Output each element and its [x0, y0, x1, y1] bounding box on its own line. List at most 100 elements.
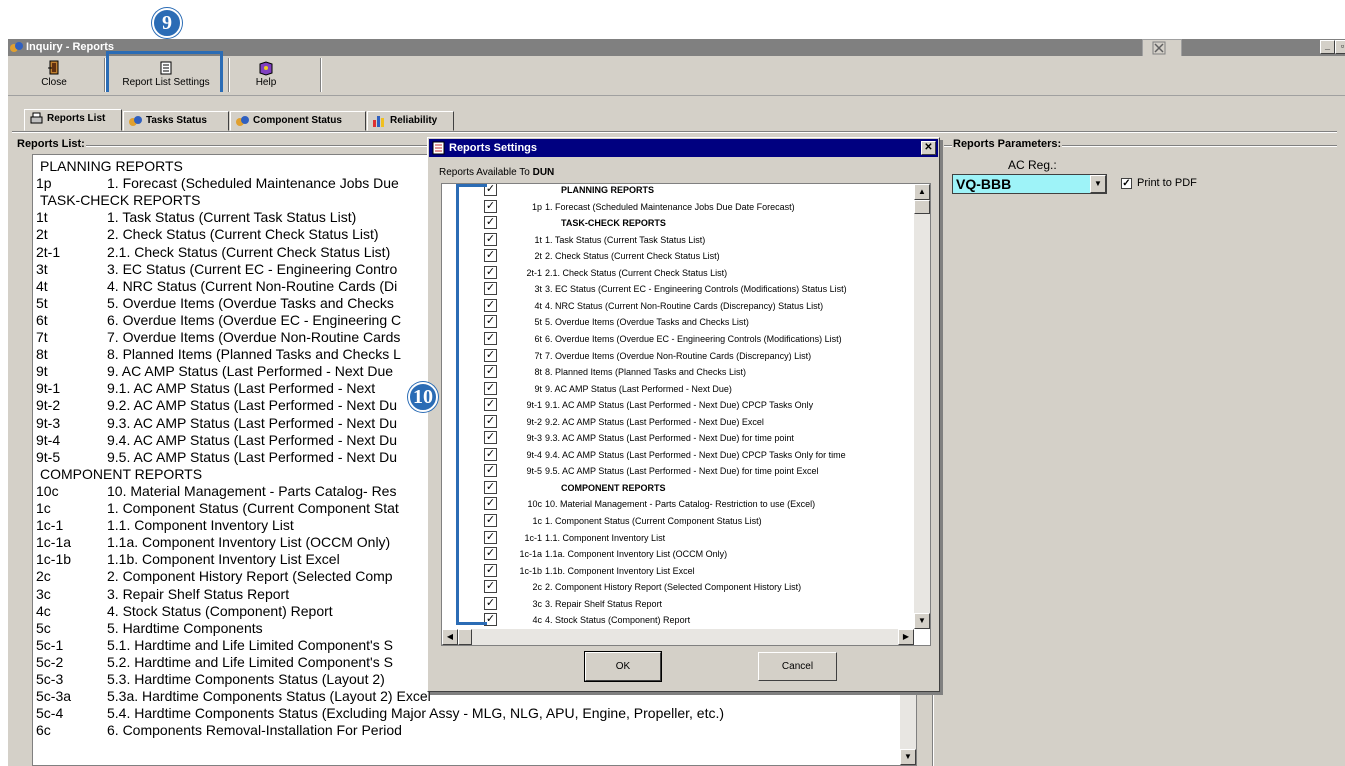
help-button[interactable]: Help — [248, 58, 284, 94]
report-name: 5.1. Hardtime and Life Limited Component… — [107, 636, 393, 653]
scroll-down-button[interactable]: ▼ — [900, 749, 916, 765]
reports-settings-list[interactable]: ✓ PLANNING REPORTS ✓ 1p 1. Forecast (Schedul… — [441, 183, 931, 646]
reports-list-label: Reports List: — [16, 138, 86, 150]
settings-highlight-box — [106, 51, 223, 92]
settings-row: ✓ PLANNING REPORTS — [442, 184, 912, 198]
dialog-horizontal-scrollbar[interactable]: ◀ ▶ — [442, 629, 914, 645]
report-name: 9.2. AC AMP Status (Last Performed - Nex… — [107, 397, 397, 414]
scroll-left-button[interactable]: ◀ — [442, 629, 458, 645]
ac-reg-select[interactable]: VQ-BBB ▼ — [952, 174, 1107, 194]
scroll-thumb[interactable] — [458, 629, 472, 645]
settings-report-code: 4t — [534, 300, 542, 311]
settings-report-code: 1c-1b — [519, 565, 542, 576]
settings-report-name: 1.1a. Component Inventory List (OCCM Onl… — [545, 549, 728, 560]
settings-report-code: 6t — [534, 333, 542, 344]
ok-button[interactable]: OK — [584, 651, 662, 682]
settings-report-name: 1.1b. Component Inventory List Excel — [545, 565, 695, 576]
report-code: 5c-3 — [36, 671, 64, 687]
settings-row: ✓ 9t 9. AC AMP Status (Last Performed - Ne… — [442, 381, 912, 397]
settings-list-icon — [432, 141, 445, 155]
minimize-button[interactable]: _ — [1320, 40, 1335, 54]
tasks-icon — [129, 116, 142, 126]
report-code: 8t — [36, 346, 48, 363]
tab-label: Component Status — [253, 115, 342, 126]
report-code: 2t-1 — [36, 243, 61, 260]
settings-report-code: 1c-1 — [524, 532, 542, 543]
report-code: 6c — [36, 722, 51, 739]
settings-row: ✓ 9t-1 9.1. AC AMP Status (Last Performed … — [442, 397, 912, 413]
cancel-button[interactable]: Cancel — [758, 652, 837, 681]
help-book-icon — [259, 61, 273, 76]
settings-row: ✓ 9t-2 9.2. AC AMP Status (Last Performed … — [442, 414, 912, 430]
window-title: Inquiry - Reports — [26, 41, 115, 53]
report-name: 5. Hardtime Components — [107, 619, 263, 636]
toolbar-separator — [228, 58, 230, 92]
tab-reports-list[interactable]: Reports List — [24, 109, 122, 131]
report-code: 3t — [36, 260, 48, 277]
scroll-thumb[interactable] — [914, 200, 930, 214]
report-name: COMPONENT REPORTS — [40, 465, 203, 482]
settings-report-name: 4. Stock Status (Component) Report — [545, 615, 691, 626]
chevron-down-icon[interactable]: ▼ — [1090, 175, 1106, 193]
scroll-right-button[interactable]: ▶ — [898, 629, 914, 645]
settings-row: ✓ 9t-3 9.3. AC AMP Status (Last Performed … — [442, 430, 912, 446]
restore-button[interactable]: ▫ — [1335, 40, 1345, 54]
tab-tasks-status[interactable]: Tasks Status — [123, 111, 229, 131]
app-icon — [10, 42, 23, 52]
settings-report-name: 8. Planned Items (Planned Tasks and Chec… — [545, 367, 746, 378]
settings-report-code: 3t — [534, 284, 542, 295]
ac-reg-value: VQ-BBB — [956, 176, 1012, 192]
checkbox-highlight-box — [456, 184, 487, 625]
scroll-up-button[interactable]: ▲ — [914, 184, 930, 200]
settings-report-code: 9t-3 — [526, 433, 542, 444]
report-code: 10c — [36, 482, 59, 499]
report-code: 1c-1 — [36, 517, 64, 534]
settings-report-name: 9.1. AC AMP Status (Last Performed - Nex… — [545, 400, 814, 411]
tab-component-status[interactable]: Component Status — [230, 111, 366, 131]
reports-available-user: DUN — [532, 167, 555, 178]
settings-report-code: 9t-5 — [526, 466, 542, 477]
settings-report-code: 3c — [532, 598, 542, 609]
report-name: 9.1. AC AMP Status (Last Performed - Nex… — [107, 380, 376, 397]
dialog-title: Reports Settings — [449, 142, 538, 154]
settings-report-name: 6. Overdue Items (Overdue EC - Engineeri… — [545, 333, 842, 344]
dialog-vertical-scrollbar[interactable]: ▲ ▼ — [914, 184, 930, 629]
settings-report-name: 10. Material Management - Parts Catalog-… — [545, 499, 816, 510]
print-to-pdf-checkbox[interactable]: ✓ — [1121, 178, 1132, 189]
report-code: 5t — [36, 294, 48, 311]
report-code: 5c-4 — [36, 705, 64, 722]
settings-row: ✓ 4t 4. NRC Status (Current Non-Routine Ca… — [442, 298, 912, 314]
settings-report-code: 1p — [531, 201, 542, 212]
settings-report-name: 1. Forecast (Scheduled Maintenance Jobs … — [545, 201, 795, 212]
report-name: 8. Planned Items (Planned Tasks and Chec… — [107, 346, 401, 363]
report-code: 1p — [36, 175, 52, 192]
scroll-down-button[interactable]: ▼ — [914, 613, 930, 629]
report-code: 4c — [36, 602, 51, 619]
settings-report-name: 2. Component History Report (Selected Co… — [545, 582, 802, 593]
settings-report-name: 4. NRC Status (Current Non-Routine Cards… — [545, 300, 824, 311]
report-name: PLANNING REPORTS — [40, 158, 183, 174]
settings-report-code: 4c — [532, 615, 542, 626]
report-name: 4. NRC Status (Current Non-Routine Cards… — [107, 277, 398, 294]
tab-reliability[interactable]: Reliability — [367, 111, 454, 131]
settings-row: ✓ TASK-CHECK REPORTS — [442, 215, 912, 231]
settings-report-name: PLANNING REPORTS — [561, 185, 655, 195]
close-icon[interactable]: ✕ — [921, 141, 936, 155]
report-code: 5c — [36, 619, 51, 636]
close-button[interactable]: Close — [34, 58, 74, 94]
tab-label: Reports List — [47, 113, 106, 124]
close-label: Close — [41, 77, 67, 88]
report-name: 10. Material Management - Parts Catalog-… — [107, 482, 397, 499]
report-name: 9.5. AC AMP Status (Last Performed - Nex… — [107, 448, 397, 465]
reports-available-prefix: Reports Available To — [439, 167, 530, 178]
settings-row: ✓ 1c-1 1.1. Component Inventory List — [442, 530, 912, 546]
settings-report-name: 7. Overdue Items (Overdue Non-Routine Ca… — [545, 350, 812, 361]
settings-report-name: 9.2. AC AMP Status (Last Performed - Nex… — [545, 416, 764, 427]
report-name: 6. Components Removal-Installation For P… — [107, 722, 402, 739]
settings-report-name: 9.5. AC AMP Status (Last Performed - Nex… — [545, 466, 819, 477]
callout-9: 9 — [152, 8, 182, 38]
report-name: 9. AC AMP Status (Last Performed - Next … — [107, 363, 394, 380]
settings-report-name: 2. Check Status (Current Check Status Li… — [545, 251, 720, 262]
settings-report-name: 3. Repair Shelf Status Report — [545, 598, 663, 609]
door-exit-icon — [48, 60, 59, 75]
